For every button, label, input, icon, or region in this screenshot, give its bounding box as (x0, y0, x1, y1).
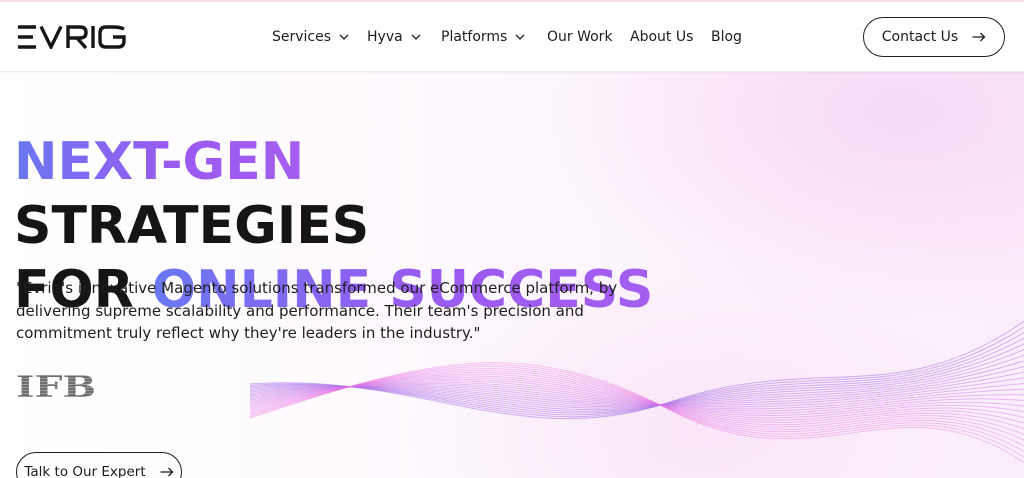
nav-item-hyva[interactable]: Hyva (367, 27, 421, 47)
talk-to-expert-button[interactable]: Talk to Our Expert (16, 452, 182, 478)
wave-line (249, 364, 1024, 458)
nav-item-label: Services (272, 29, 332, 45)
site-header: Services Hyva Platforms Our Work About U… (0, 0, 1024, 72)
top-accent-stripe (0, 0, 1024, 2)
nav-item-label: Platforms (441, 29, 508, 45)
chevron-down-icon (339, 34, 349, 40)
nav-item-label: Our Work (547, 29, 613, 45)
nav-item-blog[interactable]: Blog (711, 27, 742, 47)
nav-item-label: Hyva (367, 29, 403, 45)
arrow-right-icon (972, 32, 986, 42)
evrig-wordmark-icon (18, 25, 126, 51)
evrig-logo[interactable] (16, 25, 132, 51)
headline-text-1: STRATEGIES (14, 196, 370, 256)
chevron-down-icon (411, 34, 421, 40)
headline-accent-1: NEXT-GEN (14, 132, 305, 192)
nav-item-label: Blog (711, 29, 742, 45)
wave-line (249, 362, 1024, 464)
chevron-down-icon (515, 34, 525, 40)
arrow-right-icon (160, 467, 174, 477)
nav-item-our-work[interactable]: Our Work (547, 27, 613, 47)
testimonial-quote: "Evrig's innovative Magento solutions tr… (16, 279, 618, 342)
ifb-client-logo: IFB (16, 370, 98, 405)
contact-us-label: Contact Us (881, 29, 959, 45)
nav-item-label: About Us (630, 29, 694, 45)
nav-item-platforms[interactable]: Platforms (441, 27, 525, 47)
svg-text:IFB: IFB (16, 370, 96, 400)
nav-item-services[interactable]: Services (272, 27, 349, 47)
contact-us-button[interactable]: Contact Us (863, 17, 1005, 57)
ifb-logo-icon: IFB (16, 370, 96, 405)
talk-to-expert-label: Talk to Our Expert (24, 464, 146, 478)
hero-section: NEXT-GEN STRATEGIES FOR ONLINE SUCCESS "… (0, 72, 1024, 478)
nav-item-about-us[interactable]: About Us (630, 27, 693, 47)
